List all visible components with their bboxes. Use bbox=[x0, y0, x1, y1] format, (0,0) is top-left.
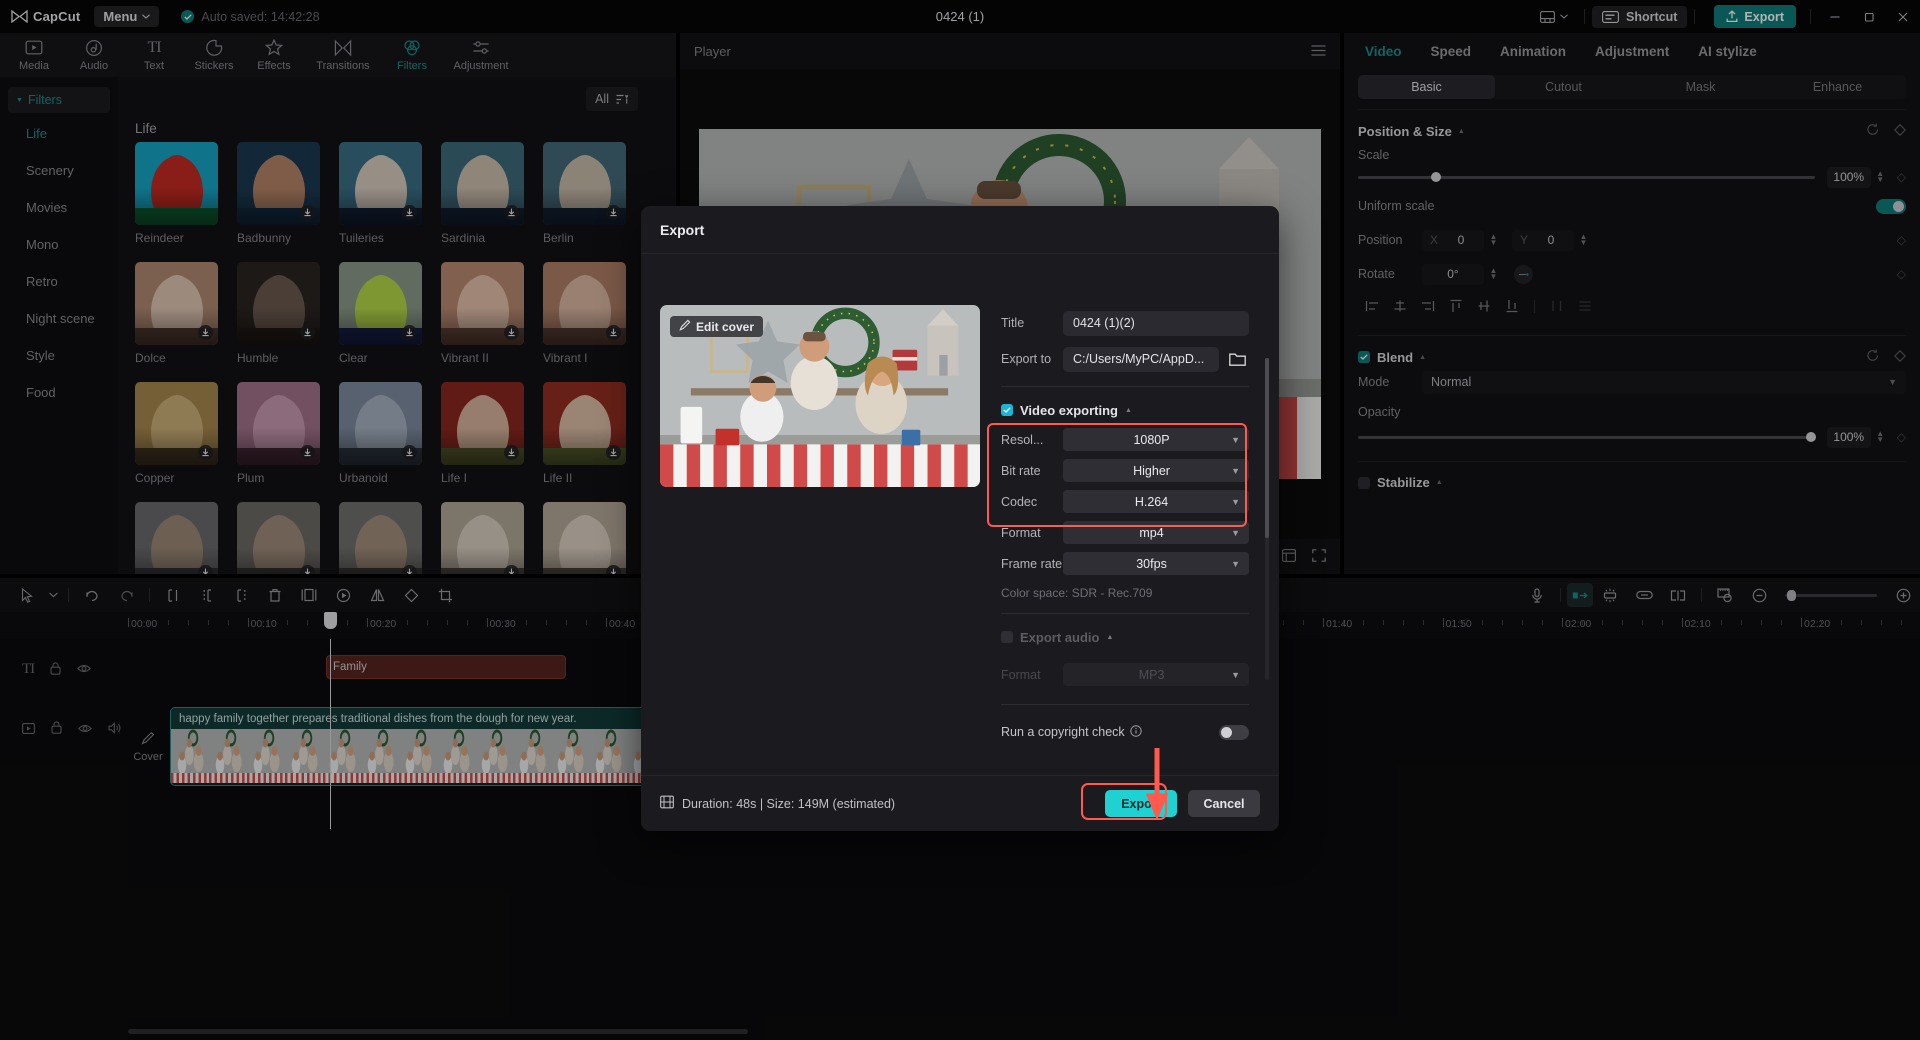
chevron-down-icon: ▼ bbox=[1231, 465, 1240, 476]
export-option-label: Codec bbox=[1001, 494, 1038, 509]
duration-info: Duration: 48s | Size: 149M (estimated) bbox=[660, 795, 895, 812]
export-option-select[interactable]: Higher ▼ bbox=[1063, 459, 1249, 482]
edit-cover-button[interactable]: Edit cover bbox=[670, 316, 764, 337]
export-option-label: Bit rate bbox=[1001, 463, 1041, 478]
export-option-format: Format mp4 ▼ bbox=[1001, 517, 1249, 548]
copyright-toggle[interactable] bbox=[1219, 724, 1249, 740]
export-option-select[interactable]: 30fps ▼ bbox=[1063, 552, 1249, 575]
video-exporting-checkbox[interactable] bbox=[1001, 404, 1013, 416]
cancel-button[interactable]: Cancel bbox=[1188, 790, 1260, 817]
export-option-label: Frame rate bbox=[1001, 556, 1063, 571]
export-option-value: mp4 bbox=[1139, 525, 1164, 540]
film-icon bbox=[660, 795, 674, 812]
export-option-bitrate: Bit rate Higher ▼ bbox=[1001, 455, 1249, 486]
export-audio-checkbox[interactable] bbox=[1001, 631, 1013, 643]
export-option-codec: Codec H.264 ▼ bbox=[1001, 486, 1249, 517]
audio-format-row: Format MP3 ▼ bbox=[1001, 659, 1249, 690]
edit-cover-label: Edit cover bbox=[696, 319, 755, 334]
audio-format-value: MP3 bbox=[1138, 667, 1165, 682]
export-confirm-button[interactable]: Export bbox=[1105, 790, 1177, 817]
export-option-resol: Resol... 1080P ▼ bbox=[1001, 424, 1249, 455]
title-field-row: Title 0424 (1)(2) bbox=[1001, 305, 1249, 341]
edit-pencil-icon bbox=[679, 319, 691, 334]
color-space-text: Color space: SDR - Rec.709 bbox=[1001, 586, 1153, 600]
export-dialog-footer: Duration: 48s | Size: 149M (estimated) E… bbox=[641, 775, 1279, 831]
export-to-input[interactable]: C:/Users/MyPC/AppD... bbox=[1063, 346, 1219, 372]
chevron-down-icon: ▼ bbox=[1231, 434, 1240, 445]
export-option-label: Format bbox=[1001, 525, 1041, 540]
chevron-down-icon: ▼ bbox=[1231, 527, 1240, 538]
video-export-options: Resol... 1080P ▼ Bit rate Higher ▼ Codec H.264 ▼… bbox=[1001, 424, 1249, 579]
info-icon[interactable] bbox=[1129, 724, 1142, 740]
dialog-scrollbar-thumb[interactable] bbox=[1265, 358, 1269, 538]
export-dialog: Export Edit cover Title 0424 (1)(2) Expo… bbox=[641, 206, 1279, 831]
export-option-select[interactable]: mp4 ▼ bbox=[1063, 521, 1249, 544]
export-option-value: 1080P bbox=[1133, 432, 1170, 447]
export-to-label: Export to bbox=[1001, 352, 1052, 366]
export-option-select[interactable]: 1080P ▼ bbox=[1063, 428, 1249, 451]
caret-icon: ▲ bbox=[1106, 633, 1114, 641]
title-input[interactable]: 0424 (1)(2) bbox=[1063, 310, 1249, 336]
export-option-label: Resol... bbox=[1001, 432, 1044, 447]
chevron-down-icon: ▼ bbox=[1231, 669, 1240, 680]
chevron-down-icon: ▼ bbox=[1231, 496, 1240, 507]
export-audio-header[interactable]: Export audio ▲ bbox=[1001, 623, 1249, 651]
copyright-check-row: Run a copyright check bbox=[1001, 714, 1249, 750]
export-option-framerate: Frame rate 30fps ▼ bbox=[1001, 548, 1249, 579]
audio-format-select: MP3 ▼ bbox=[1063, 663, 1249, 686]
title-label: Title bbox=[1001, 316, 1025, 330]
cover-preview: Edit cover bbox=[660, 305, 980, 487]
divider bbox=[1001, 386, 1249, 387]
copyright-label: Run a copyright check bbox=[1001, 725, 1125, 739]
video-exporting-header[interactable]: Video exporting ▲ bbox=[1001, 396, 1249, 424]
export-fields: Title 0424 (1)(2) Export to C:/Users/MyP… bbox=[1001, 305, 1249, 750]
audio-format-label: Format bbox=[1001, 667, 1041, 682]
chevron-down-icon: ▼ bbox=[1231, 558, 1240, 569]
export-option-select[interactable]: H.264 ▼ bbox=[1063, 490, 1249, 513]
export-dialog-title: Export bbox=[641, 206, 1279, 254]
folder-icon[interactable] bbox=[1226, 348, 1249, 371]
caret-icon: ▲ bbox=[1125, 406, 1132, 414]
export-to-row: Export to C:/Users/MyPC/AppD... bbox=[1001, 341, 1249, 377]
export-option-value: Higher bbox=[1133, 463, 1170, 478]
export-option-value: 30fps bbox=[1136, 556, 1167, 571]
video-exporting-title: Video exporting bbox=[1020, 402, 1118, 418]
duration-text: Duration: 48s | Size: 149M (estimated) bbox=[682, 796, 896, 811]
export-option-value: H.264 bbox=[1134, 494, 1169, 509]
export-audio-title: Export audio bbox=[1020, 629, 1100, 645]
